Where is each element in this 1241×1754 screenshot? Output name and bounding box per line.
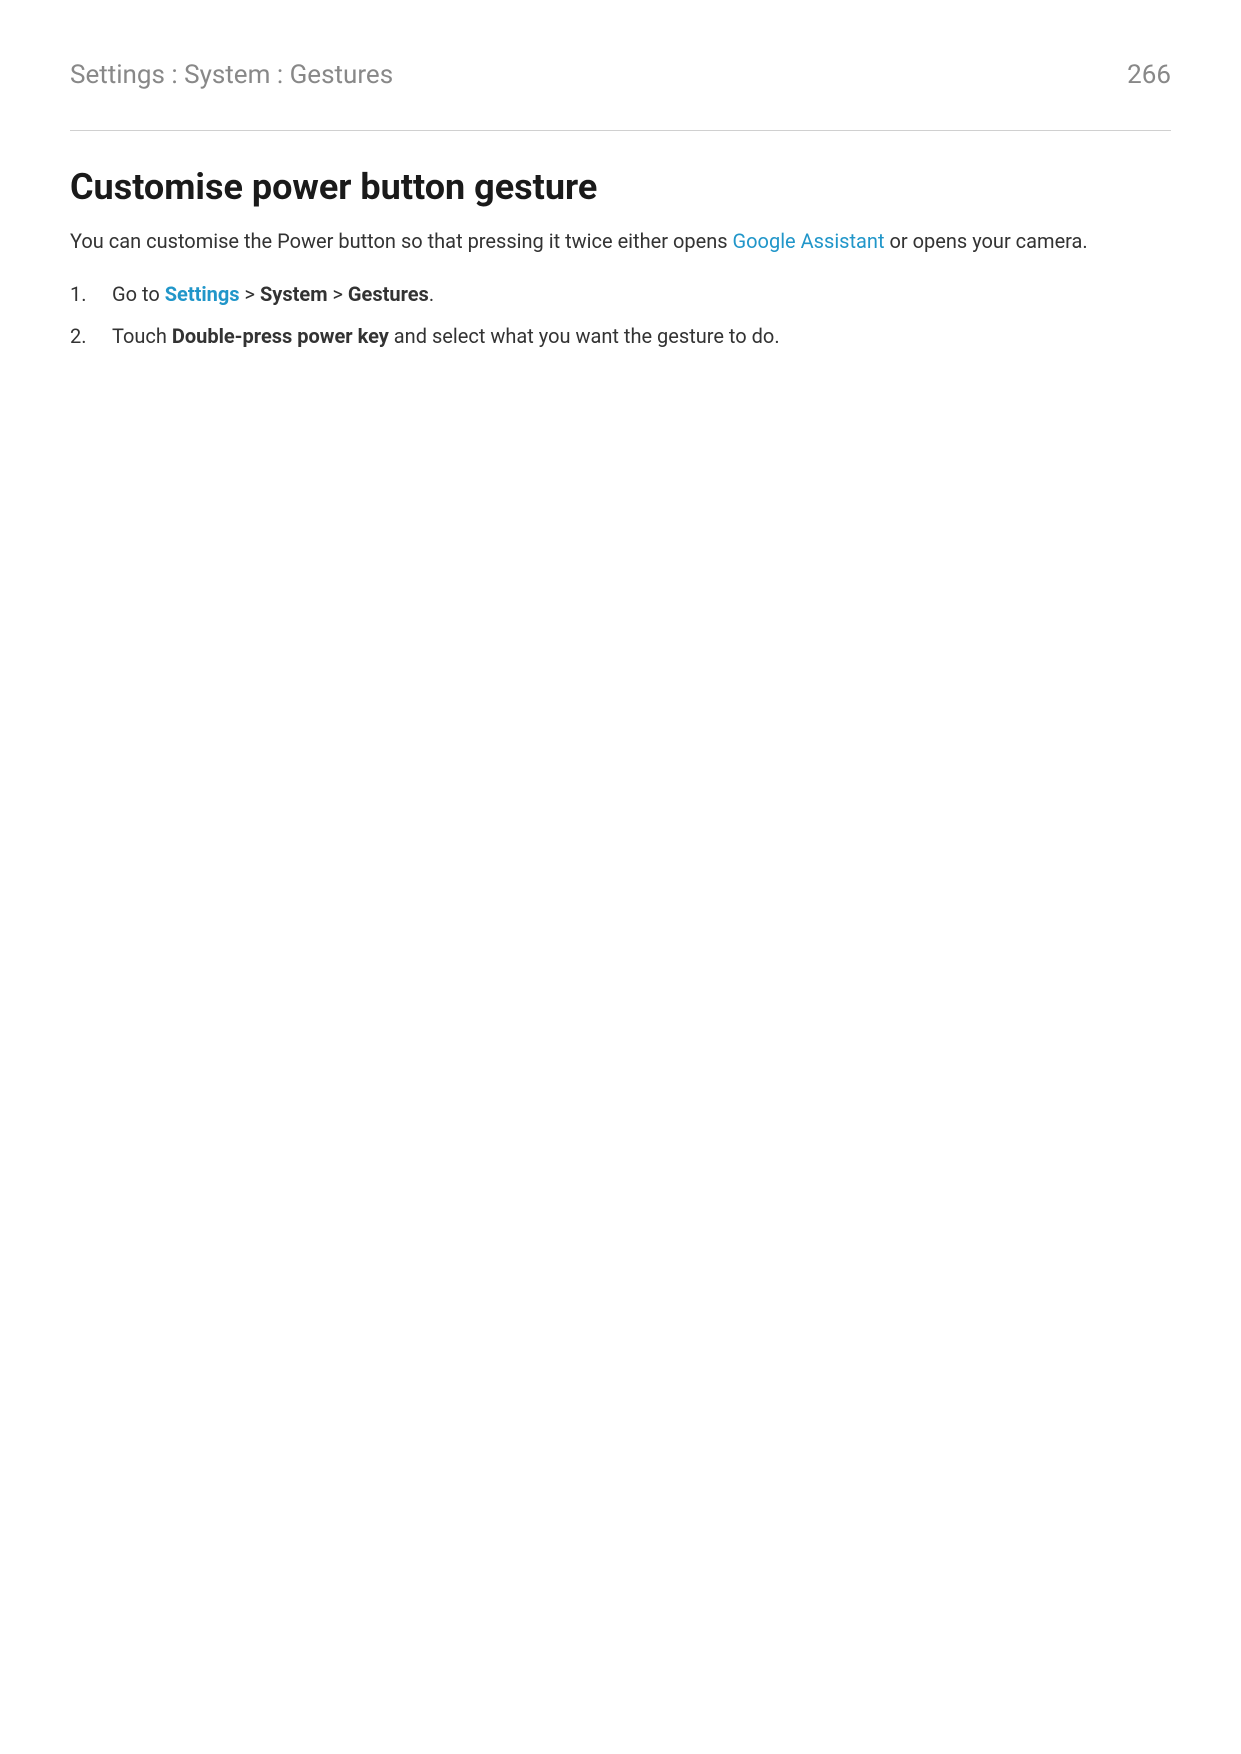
step2-prefix: Touch: [112, 324, 172, 348]
step1-system: System: [260, 282, 328, 306]
intro-text-1: You can customise the Power button so th…: [70, 229, 733, 253]
intro-paragraph: You can customise the Power button so th…: [70, 226, 1171, 256]
step1-suffix: .: [429, 282, 434, 306]
page-title: Customise power button gesture: [70, 166, 1171, 208]
step1-sep2: >: [328, 282, 348, 306]
step1-gestures: Gestures: [348, 282, 429, 306]
page-number: 266: [1127, 60, 1171, 90]
step2-bold: Double-press power key: [172, 324, 389, 348]
step-1: Go to Settings > System > Gestures.: [70, 278, 1171, 310]
page-header: Settings : System : Gestures 266: [70, 60, 1171, 131]
step-2: Touch Double-press power key and select …: [70, 320, 1171, 352]
google-assistant-link[interactable]: Google Assistant: [733, 229, 885, 253]
steps-list: Go to Settings > System > Gestures. Touc…: [70, 278, 1171, 352]
settings-link[interactable]: Settings: [165, 282, 240, 306]
intro-text-2: or opens your camera.: [885, 229, 1088, 253]
step1-sep1: >: [240, 282, 260, 306]
step1-prefix: Go to: [112, 282, 165, 306]
step2-suffix: and select what you want the gesture to …: [389, 324, 780, 348]
breadcrumb: Settings : System : Gestures: [70, 60, 393, 90]
